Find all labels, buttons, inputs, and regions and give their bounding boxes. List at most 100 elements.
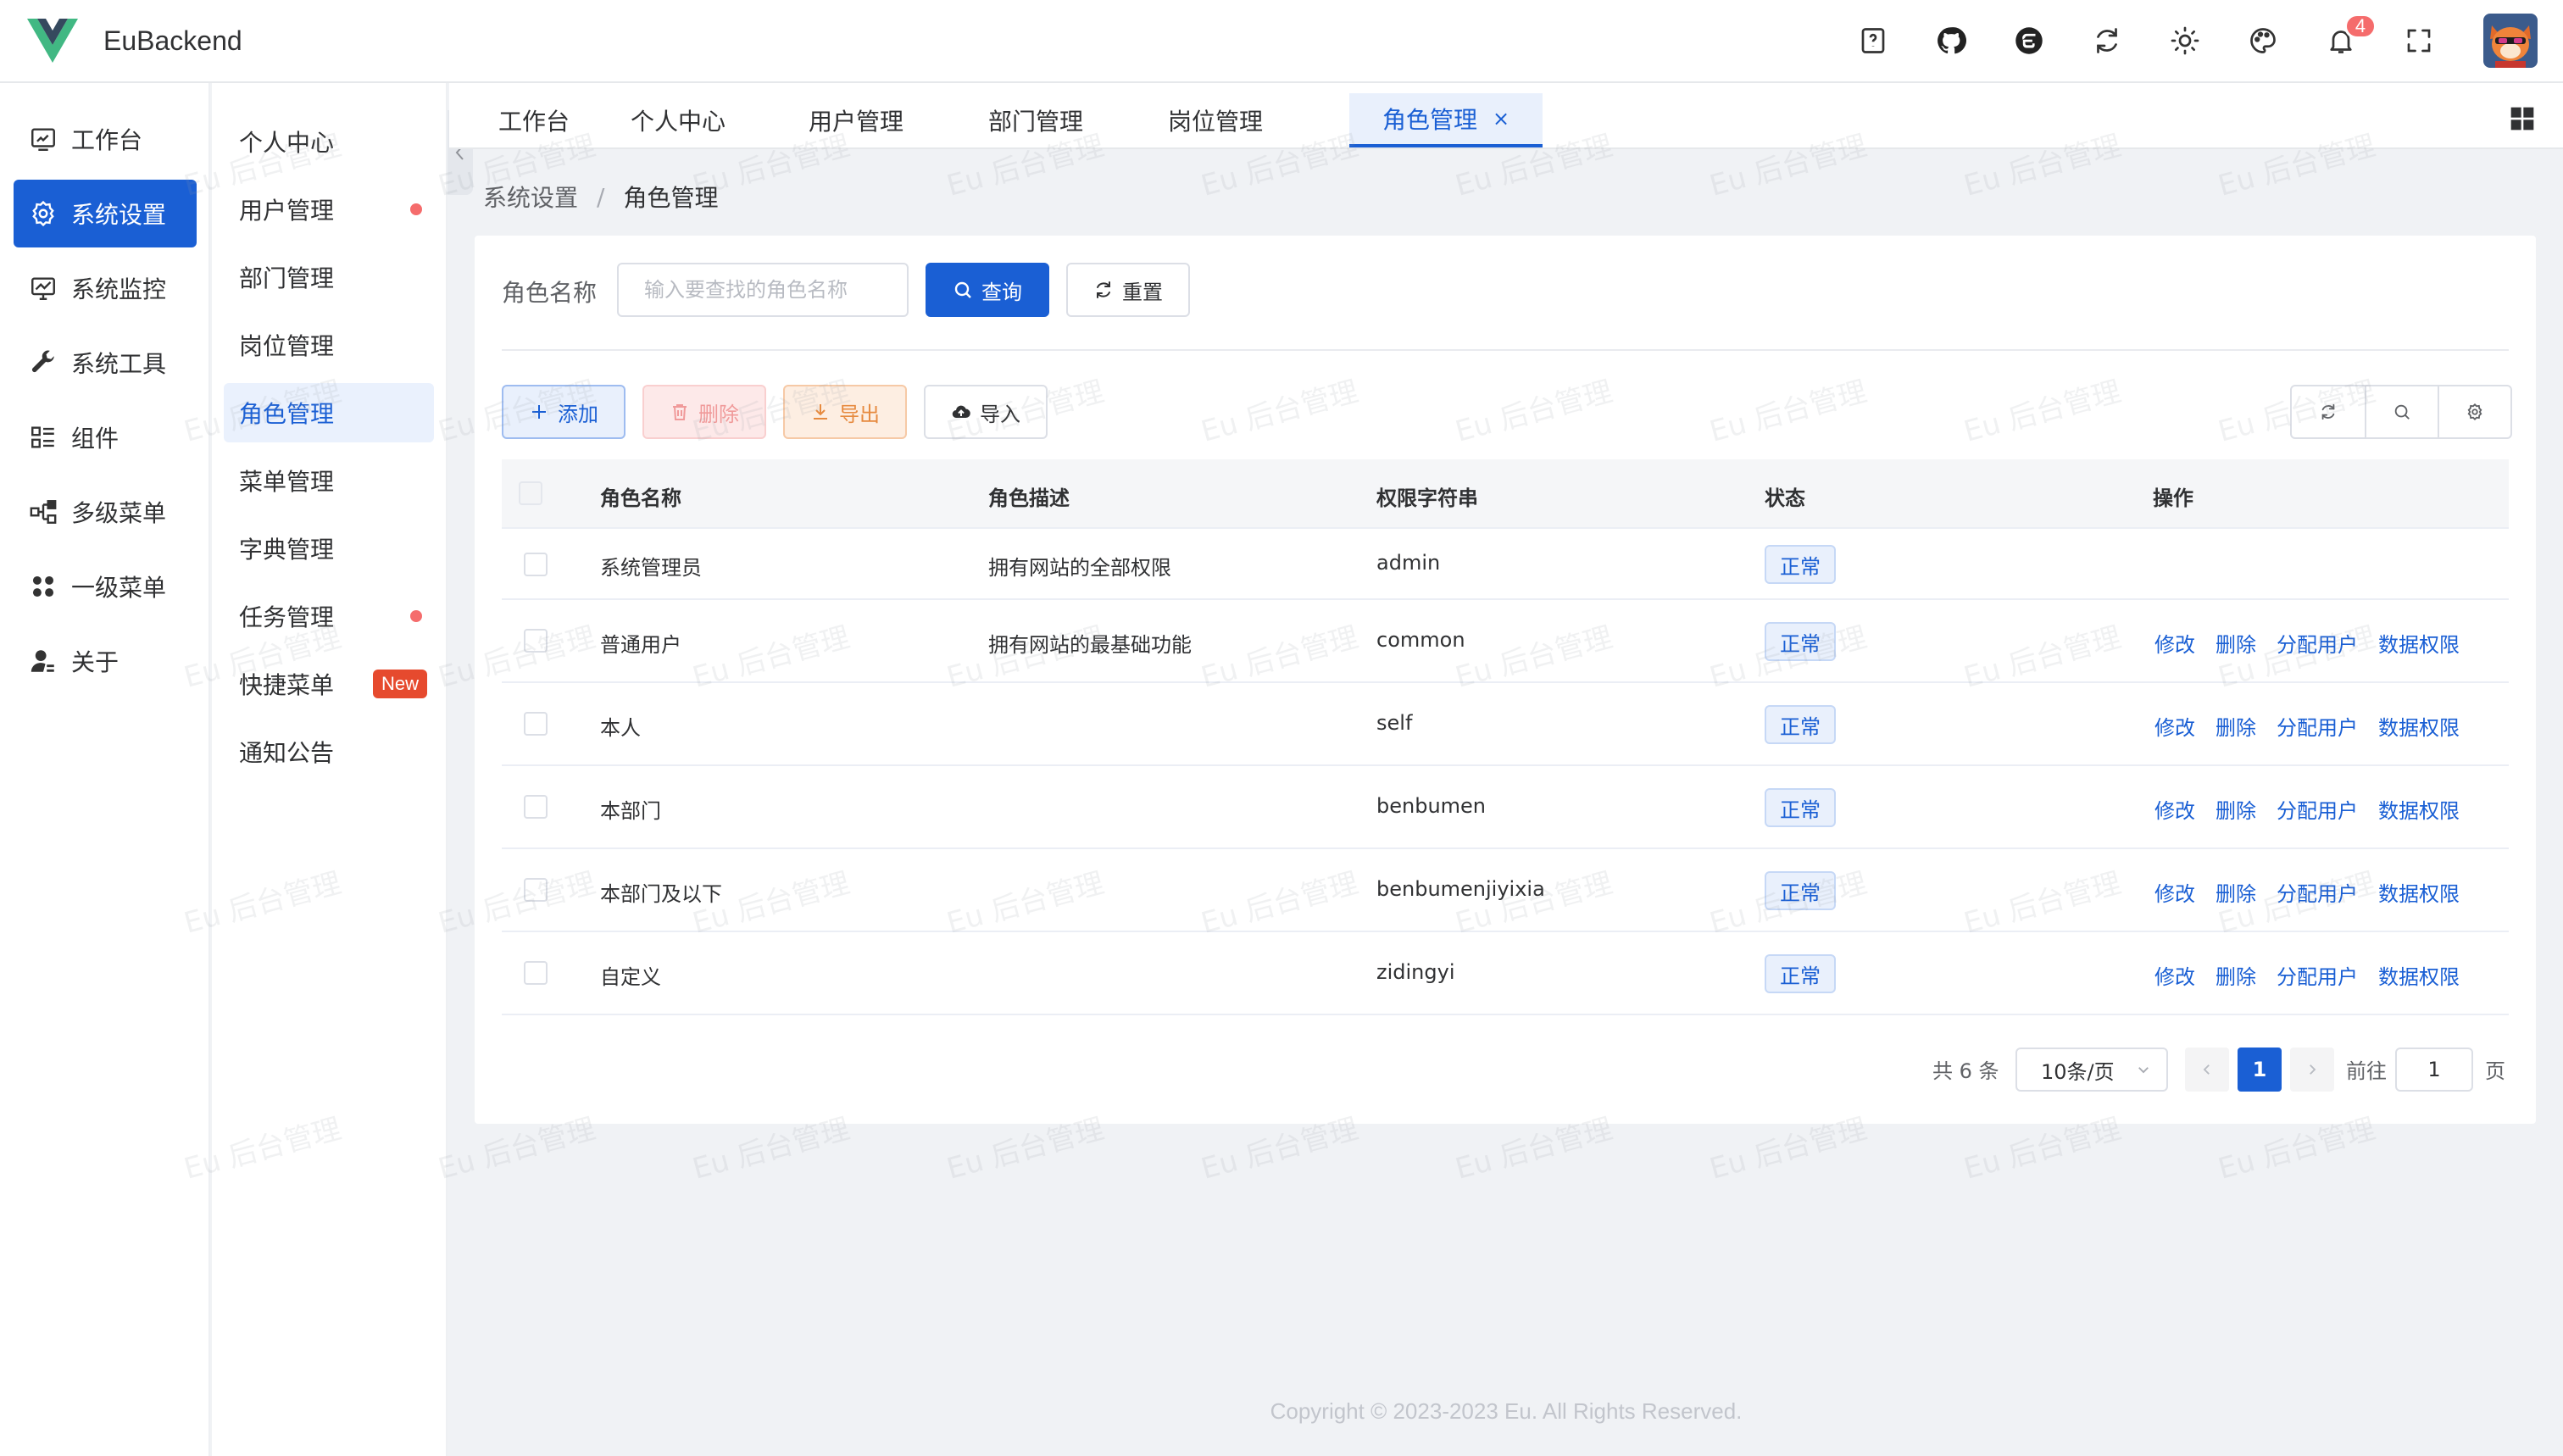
submenu-item-menus[interactable]: 菜单管理 [224,451,434,510]
toggle-search-button[interactable] [2365,386,2438,437]
edit-link[interactable]: 修改 [2154,877,2195,907]
assign-users-link[interactable]: 分配用户 [2277,794,2358,824]
submenu-item-posts[interactable]: 岗位管理 [224,315,434,375]
export-button[interactable]: 导出 [783,385,907,439]
assign-users-link[interactable]: 分配用户 [2277,628,2358,658]
add-role-button[interactable]: 添加 [502,385,625,439]
pagination-total: 共 6 条 [1932,1059,1999,1083]
row-checkbox[interactable] [524,961,548,985]
chevron-left-icon [2203,1064,2210,1075]
role-name-search-input[interactable] [617,263,909,317]
tab-label: 岗位管理 [1167,108,1263,136]
github-icon[interactable] [1912,0,1990,81]
data-permission-link[interactable]: 数据权限 [2378,794,2460,824]
vue-logo-icon[interactable] [27,17,78,64]
edit-link[interactable]: 修改 [2154,711,2195,741]
delete-role-button[interactable]: 删除 [642,385,766,439]
column-settings-button[interactable] [2438,386,2510,437]
assign-users-link[interactable]: 分配用户 [2277,960,2358,990]
submenu-item-tasks[interactable]: 任务管理 [224,586,434,646]
data-permission-link[interactable]: 数据权限 [2378,877,2460,907]
page-size-select[interactable]: 10条/页 [2015,1048,2168,1092]
row-checkbox[interactable] [524,629,548,653]
bell-icon[interactable]: 4 [2302,0,2380,81]
sidebar-item-multilevel[interactable]: 多级菜单 [14,478,197,546]
tab-roles[interactable]: 角色管理 × [1349,93,1543,147]
edit-link[interactable]: 修改 [2154,794,2195,824]
tab-posts[interactable]: 岗位管理 [1156,93,1275,147]
edit-link[interactable]: 修改 [2154,628,2195,658]
grid-menu-icon[interactable] [2509,105,2536,132]
table-header: 角色名称 角色描述 权限字符串 状态 操作 [502,459,2509,529]
tab-dashboard[interactable]: 工作台 [483,93,585,147]
delete-link[interactable]: 删除 [2216,794,2256,824]
help-icon[interactable] [1834,0,1912,81]
submenu-item-profile[interactable]: 个人中心 [224,112,434,171]
breadcrumb-separator: / [597,182,605,211]
sidebar-item-tools[interactable]: 系统工具 [14,329,197,397]
palette-icon[interactable] [2224,0,2302,81]
theme-sun-icon[interactable] [2146,0,2224,81]
refresh-table-button[interactable] [2292,386,2365,437]
next-page-button[interactable] [2290,1048,2334,1092]
edit-link[interactable]: 修改 [2154,960,2195,990]
goto-page-input[interactable] [2395,1048,2473,1092]
breadcrumb: 系统设置 / 角色管理 [483,180,718,214]
dashboard-icon [31,128,55,151]
submenu-item-notices[interactable]: 通知公告 [224,722,434,781]
data-permission-link[interactable]: 数据权限 [2378,628,2460,658]
sidebar-item-dashboard[interactable]: 工作台 [14,105,197,173]
avatar[interactable] [2483,14,2538,68]
query-button[interactable]: 查询 [926,263,1049,317]
breadcrumb-parent[interactable]: 系统设置 [483,180,578,214]
page-number-1[interactable]: 1 [2238,1048,2282,1092]
submenu-item-users[interactable]: 用户管理 [224,180,434,239]
submenu-item-departments[interactable]: 部门管理 [224,247,434,307]
status-badge: 正常 [1765,871,1836,910]
assign-users-link[interactable]: 分配用户 [2277,877,2358,907]
trash-icon [673,404,687,420]
select-all-checkbox[interactable] [519,481,542,505]
tab-profile[interactable]: 个人中心 [619,93,737,147]
column-header-description[interactable]: 角色描述 [988,481,1070,511]
sidebar-item-components[interactable]: 组件 [14,403,197,471]
sidebar-item-level-one[interactable]: 一级菜单 [14,553,197,620]
row-checkbox[interactable] [524,553,548,576]
refresh-icon [1097,281,1110,298]
delete-link[interactable]: 删除 [2216,877,2256,907]
tab-users[interactable]: 用户管理 [797,93,915,147]
assign-users-link[interactable]: 分配用户 [2277,711,2358,741]
row-checkbox[interactable] [524,795,548,819]
sidebar-item-label: 一级菜单 [71,574,167,602]
data-permission-link[interactable]: 数据权限 [2378,960,2460,990]
tree-icon [30,500,57,524]
sidebar-item-settings[interactable]: 系统设置 [14,180,197,247]
delete-link[interactable]: 删除 [2216,960,2256,990]
import-button[interactable]: 导入 [924,385,1048,439]
sidebar-item-about[interactable]: 关于 [14,627,197,695]
gitee-icon[interactable] [1990,0,2068,81]
submenu-item-shortcuts[interactable]: 快捷菜单 New [224,654,434,714]
submenu-item-dictionary[interactable]: 字典管理 [224,519,434,578]
refresh-icon[interactable] [2068,0,2146,81]
row-checkbox[interactable] [524,878,548,902]
column-header-permission[interactable]: 权限字符串 [1376,481,1478,511]
role-name: 本部门及以下 [600,882,722,906]
brand-name[interactable]: EuBackend [103,25,242,57]
column-header-name[interactable]: 角色名称 [600,481,681,511]
fullscreen-icon[interactable] [2380,0,2458,81]
column-header-status[interactable]: 状态 [1765,481,1805,511]
row-checkbox[interactable] [524,712,548,736]
chevron-down-icon [2138,1067,2149,1074]
prev-page-button[interactable] [2185,1048,2229,1092]
data-permission-link[interactable]: 数据权限 [2378,711,2460,741]
delete-link[interactable]: 删除 [2216,628,2256,658]
reset-button[interactable]: 重置 [1066,263,1190,317]
sidebar-item-monitor[interactable]: 系统监控 [14,254,197,322]
status-badge: 正常 [1765,954,1836,993]
submenu-item-roles[interactable]: 角色管理 [224,383,434,442]
close-icon[interactable]: × [1493,107,1509,131]
delete-link[interactable]: 删除 [2216,711,2256,741]
tab-departments[interactable]: 部门管理 [976,93,1095,147]
tab-label: 工作台 [498,108,570,136]
